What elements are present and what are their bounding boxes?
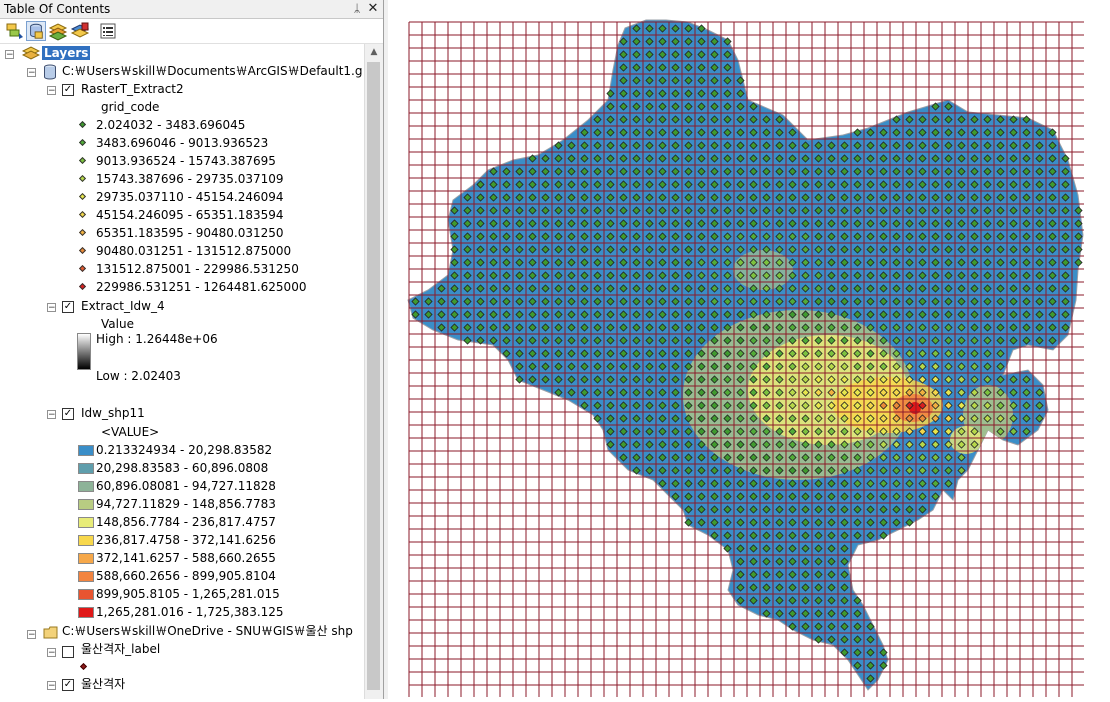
idw-class-label: 372,141.6257 - 588,660.2655: [96, 551, 276, 565]
collapse-rastert-toggle[interactable]: −: [47, 86, 56, 96]
collapse-grid-layer-toggle[interactable]: −: [47, 681, 56, 691]
idw-class-swatch[interactable]: [78, 481, 94, 492]
layers-icon: [22, 46, 40, 60]
rastert-class-label: 3483.696046 - 9013.936523: [96, 136, 269, 150]
idw-class-label: 20,298.83583 - 60,896.0808: [96, 461, 269, 475]
collapse-label-layer-toggle[interactable]: −: [47, 648, 56, 658]
rastert-visibility-checkbox[interactable]: ✓: [62, 84, 74, 96]
pin-icon[interactable]: ᛦ: [350, 1, 364, 16]
idw-shp-layer-name[interactable]: Idw_shp11: [81, 404, 145, 422]
gdb-path[interactable]: C:￦Users￦skill￦Documents￦ArcGIS￦Default1…: [62, 62, 363, 80]
rastert-class-symbol[interactable]: [78, 120, 87, 129]
list-by-selection-icon[interactable]: [70, 21, 90, 41]
toc-tree: − Layers − C:￦Users￦skill￦Documents￦ArcG…: [0, 44, 363, 699]
idw-class-swatch[interactable]: [78, 535, 94, 546]
label-layer-symbol[interactable]: [79, 662, 88, 671]
rastert-class-symbol[interactable]: [78, 210, 87, 219]
options-icon[interactable]: [98, 21, 118, 41]
idw-class-swatch[interactable]: [78, 463, 94, 474]
rastert-class-symbol[interactable]: [78, 174, 87, 183]
rastert-field-label: grid_code: [101, 100, 160, 114]
rastert-class-label: 2.024032 - 3483.696045: [96, 118, 246, 132]
rastert-class-label: 15743.387696 - 29735.037109: [96, 172, 284, 186]
geodatabase-icon: [44, 64, 56, 80]
idw-class-label: 588,660.2656 - 899,905.8104: [96, 569, 276, 583]
map-canvas[interactable]: [388, 0, 1110, 699]
rastert-class-label: 131512.875001 - 229986.531250: [96, 262, 299, 276]
idw-class-label: 60,896.08081 - 94,727.11828: [96, 479, 276, 493]
rastert-class-symbol[interactable]: [78, 264, 87, 273]
idw-class-label: 94,727.11829 - 148,856.7783: [96, 497, 276, 511]
folder-icon: [43, 626, 58, 639]
rastert-class-label: 65351.183595 - 90480.031250: [96, 226, 284, 240]
grid-layer-visibility-checkbox[interactable]: ✓: [62, 679, 74, 691]
toc-toolbar: [0, 19, 383, 44]
shp-folder-path[interactable]: C:￦Users￦skill￦OneDrive - SNU￦GIS￦울산 shp: [62, 622, 353, 640]
rastert-class-label: 9013.936524 - 15743.387695: [96, 154, 276, 168]
idw-shp-field-label: <VALUE>: [101, 425, 160, 439]
toc-title-bar: Table Of Contents ᛦ ✕: [0, 0, 383, 19]
stretch-color-ramp: [77, 333, 91, 370]
grid-layer-name[interactable]: 울산격자: [81, 675, 125, 693]
layers-label: Layers: [42, 46, 91, 60]
idw-class-swatch[interactable]: [78, 607, 94, 618]
idw-class-swatch[interactable]: [78, 589, 94, 600]
label-layer-name[interactable]: 울산격자_label: [81, 640, 160, 658]
rastert-class-symbol[interactable]: [78, 228, 87, 237]
idw-class-swatch[interactable]: [78, 517, 94, 528]
idw-class-swatch[interactable]: [78, 553, 94, 564]
rastert-class-symbol[interactable]: [78, 246, 87, 255]
idw-class-label: 899,905.8105 - 1,265,281.015: [96, 587, 280, 601]
layers-root[interactable]: Layers: [42, 44, 91, 62]
list-by-visibility-icon[interactable]: [48, 21, 68, 41]
map-view[interactable]: [388, 0, 1110, 699]
idw-class-label: 0.213324934 - 20,298.83582: [96, 443, 273, 457]
scroll-up-icon[interactable]: ▲: [365, 44, 383, 61]
idw-class-label: 148,856.7784 - 236,817.4757: [96, 515, 276, 529]
extract-idw-layer-name[interactable]: Extract_Idw_4: [81, 297, 165, 315]
idw-class-label: 1,265,281.016 - 1,725,383.125: [96, 605, 284, 619]
rastert-class-label: 229986.531251 - 1264481.625000: [96, 280, 307, 294]
stretch-low-label: Low : 2.02403: [96, 369, 181, 383]
toc-scrollbar[interactable]: ▲: [364, 44, 383, 699]
collapse-idw-shp-toggle[interactable]: −: [47, 410, 56, 420]
scroll-thumb[interactable]: [367, 62, 380, 690]
rastert-class-label: 29735.037110 - 45154.246094: [96, 190, 284, 204]
stretch-high-label: High : 1.26448e+06: [96, 332, 218, 346]
idw-class-swatch[interactable]: [78, 571, 94, 582]
rastert-class-symbol[interactable]: [78, 156, 87, 165]
toc-title: Table Of Contents: [4, 2, 111, 16]
idw-class-label: 236,817.4758 - 372,141.6256: [96, 533, 276, 547]
list-by-source-icon[interactable]: [26, 21, 46, 41]
rastert-class-symbol[interactable]: [78, 282, 87, 291]
close-icon[interactable]: ✕: [366, 1, 380, 16]
label-layer-visibility-checkbox[interactable]: [62, 646, 74, 658]
idw-class-swatch[interactable]: [78, 445, 94, 456]
collapse-shp-folder-toggle[interactable]: −: [27, 630, 36, 640]
collapse-layers-toggle[interactable]: −: [5, 50, 14, 60]
idw-class-swatch[interactable]: [78, 499, 94, 510]
rastert-layer-name[interactable]: RasterT_Extract2: [81, 80, 184, 98]
rastert-class-label: 90480.031251 - 131512.875000: [96, 244, 292, 258]
collapse-gdb-toggle[interactable]: −: [27, 68, 36, 78]
rastert-class-label: 45154.246095 - 65351.183594: [96, 208, 284, 222]
rastert-class-symbol[interactable]: [78, 138, 87, 147]
list-by-drawing-order-icon[interactable]: [5, 21, 25, 41]
collapse-extract-idw-toggle[interactable]: −: [47, 303, 56, 313]
table-of-contents-panel: Table Of Contents ᛦ ✕ − Layers − C:￦User…: [0, 0, 384, 699]
extract-idw-visibility-checkbox[interactable]: ✓: [62, 301, 74, 313]
idw-shp-visibility-checkbox[interactable]: ✓: [62, 408, 74, 420]
rastert-class-symbol[interactable]: [78, 192, 87, 201]
